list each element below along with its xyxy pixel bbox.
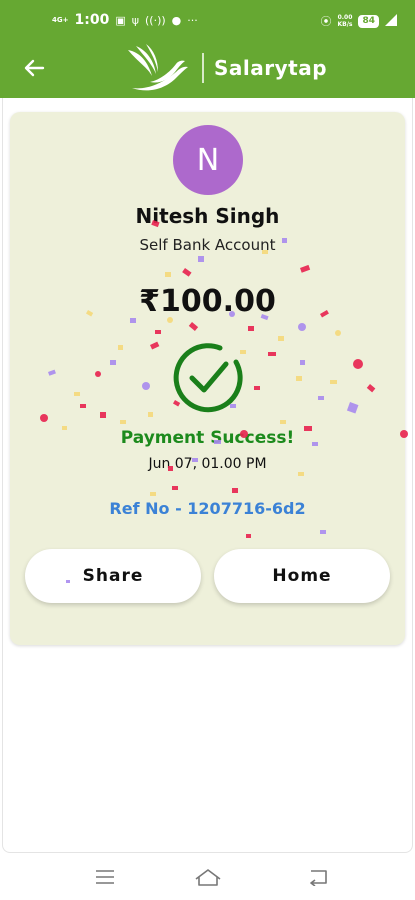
signal-icon [385,13,397,29]
location-icon: ⦿ [320,15,332,28]
home-button[interactable]: Home [214,549,390,603]
arrow-left-icon [24,59,45,77]
avatar: N [173,125,243,195]
home-icon [195,869,221,886]
payment-amount: ₹100.00 [139,284,276,319]
network-indicator: 4G+ [52,15,69,24]
back-icon [310,870,327,886]
recipient-name: Nitesh Singh [135,204,280,228]
more-notifications-icon: ··· [187,13,198,27]
brand: Salarytap [126,42,327,94]
brand-divider [202,53,204,83]
back-button[interactable] [18,54,50,82]
app-notification-icon: ▣ [115,13,126,27]
status-time: 1:00 [74,12,110,28]
receipt-card: N Nitesh Singh Self Bank Account ₹100.00… [10,112,405,645]
payment-status: Payment Success! [120,428,295,448]
battery-indicator: 84 [358,14,379,28]
nav-back-button[interactable] [298,863,338,891]
help-icon: ● [171,13,182,27]
status-bar: 4G+ 1:00 ▣ ψ ((·)) ● ··· ⦿ 0.00 KB/s 84 [0,0,415,44]
speed-value: 0.00 [337,14,353,21]
nav-home-button[interactable] [188,863,228,891]
hotspot-icon: ((·)) [144,13,166,27]
brand-name: Salarytap [214,56,328,80]
bird-logo-icon [128,44,188,91]
system-navigation-bar [0,853,415,900]
network-speed: 0.00 KB/s [337,14,352,28]
reference-number[interactable]: Ref No - 1207716-6d2 [10,499,405,518]
account-type: Self Bank Account [139,236,276,254]
menu-icon [96,870,114,884]
share-button[interactable]: Share [25,549,201,603]
payment-datetime: Jun 07, 01.00 PM [148,456,267,472]
usb-icon: ψ [131,13,139,27]
check-circle-icon [173,343,243,413]
app-header: 4G+ 1:00 ▣ ψ ((·)) ● ··· ⦿ 0.00 KB/s 84 [0,0,415,98]
nav-menu-button[interactable] [85,863,125,891]
speed-unit: KB/s [337,21,353,28]
